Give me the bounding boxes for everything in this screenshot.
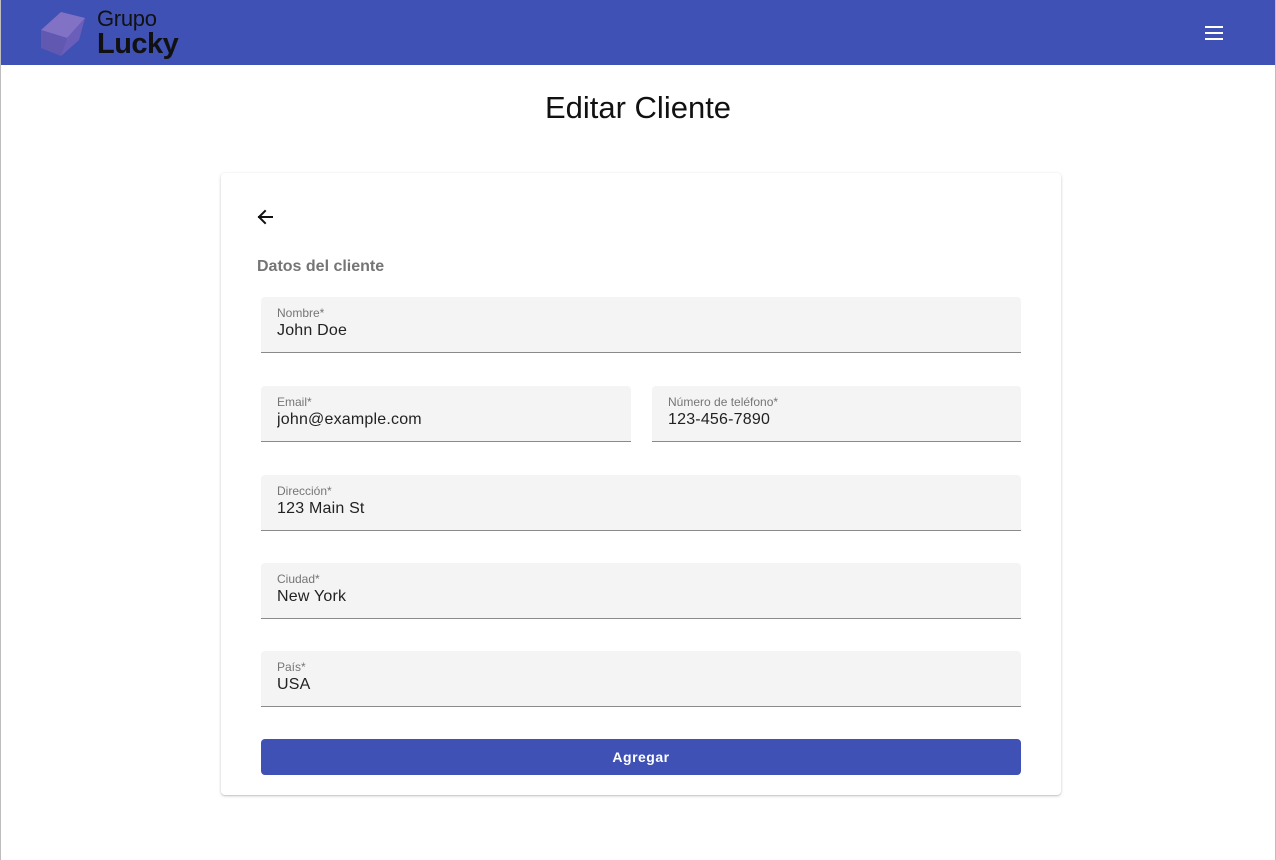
- logo-icon: [41, 12, 85, 56]
- email-label: Email*: [277, 395, 312, 409]
- ciudad-label: Ciudad*: [277, 572, 320, 586]
- direccion-field[interactable]: Dirección*: [261, 475, 1021, 531]
- menu-button[interactable]: [1201, 18, 1229, 46]
- nombre-label: Nombre*: [277, 306, 325, 320]
- ciudad-input[interactable]: [277, 588, 1005, 606]
- page-title: Editar Cliente: [544, 90, 732, 125]
- back-button[interactable]: [251, 203, 279, 231]
- menu-icon-bar-bottom: [1205, 38, 1223, 40]
- logo-line-grupo: Grupo: [97, 6, 157, 31]
- logo-line-lucky: Lucky: [97, 28, 179, 60]
- menu-icon-bar-middle: [1205, 32, 1223, 34]
- top-app-bar: Grupo Lucky: [1, 0, 1275, 65]
- telefono-field[interactable]: Número de teléfono*: [652, 386, 1021, 442]
- menu-icon-bar-top: [1205, 26, 1223, 28]
- arrow-left-icon: [257, 209, 273, 225]
- pais-input[interactable]: [277, 676, 1005, 694]
- logo-wordmark: Grupo Lucky: [97, 6, 179, 60]
- email-field[interactable]: Email*: [261, 386, 631, 442]
- brand-logo[interactable]: Grupo Lucky: [39, 6, 189, 60]
- app-window: Grupo Lucky Editar Cliente Datos del cli…: [0, 0, 1276, 860]
- telefono-label: Número de teléfono*: [668, 395, 779, 409]
- agregar-button[interactable]: Agregar: [261, 739, 1021, 775]
- telefono-input[interactable]: [668, 411, 1005, 429]
- direccion-input[interactable]: [277, 500, 1005, 518]
- direccion-label: Dirección*: [277, 484, 332, 498]
- ciudad-field[interactable]: Ciudad*: [261, 563, 1021, 619]
- pais-field[interactable]: País*: [261, 651, 1021, 707]
- pais-label: País*: [277, 660, 306, 674]
- client-form-card: Datos del cliente Nombre* Email* Número …: [221, 173, 1061, 795]
- nombre-field[interactable]: Nombre*: [261, 297, 1021, 353]
- email-input[interactable]: [277, 411, 615, 429]
- section-title: Datos del cliente: [257, 258, 385, 275]
- nombre-input[interactable]: [277, 322, 1005, 340]
